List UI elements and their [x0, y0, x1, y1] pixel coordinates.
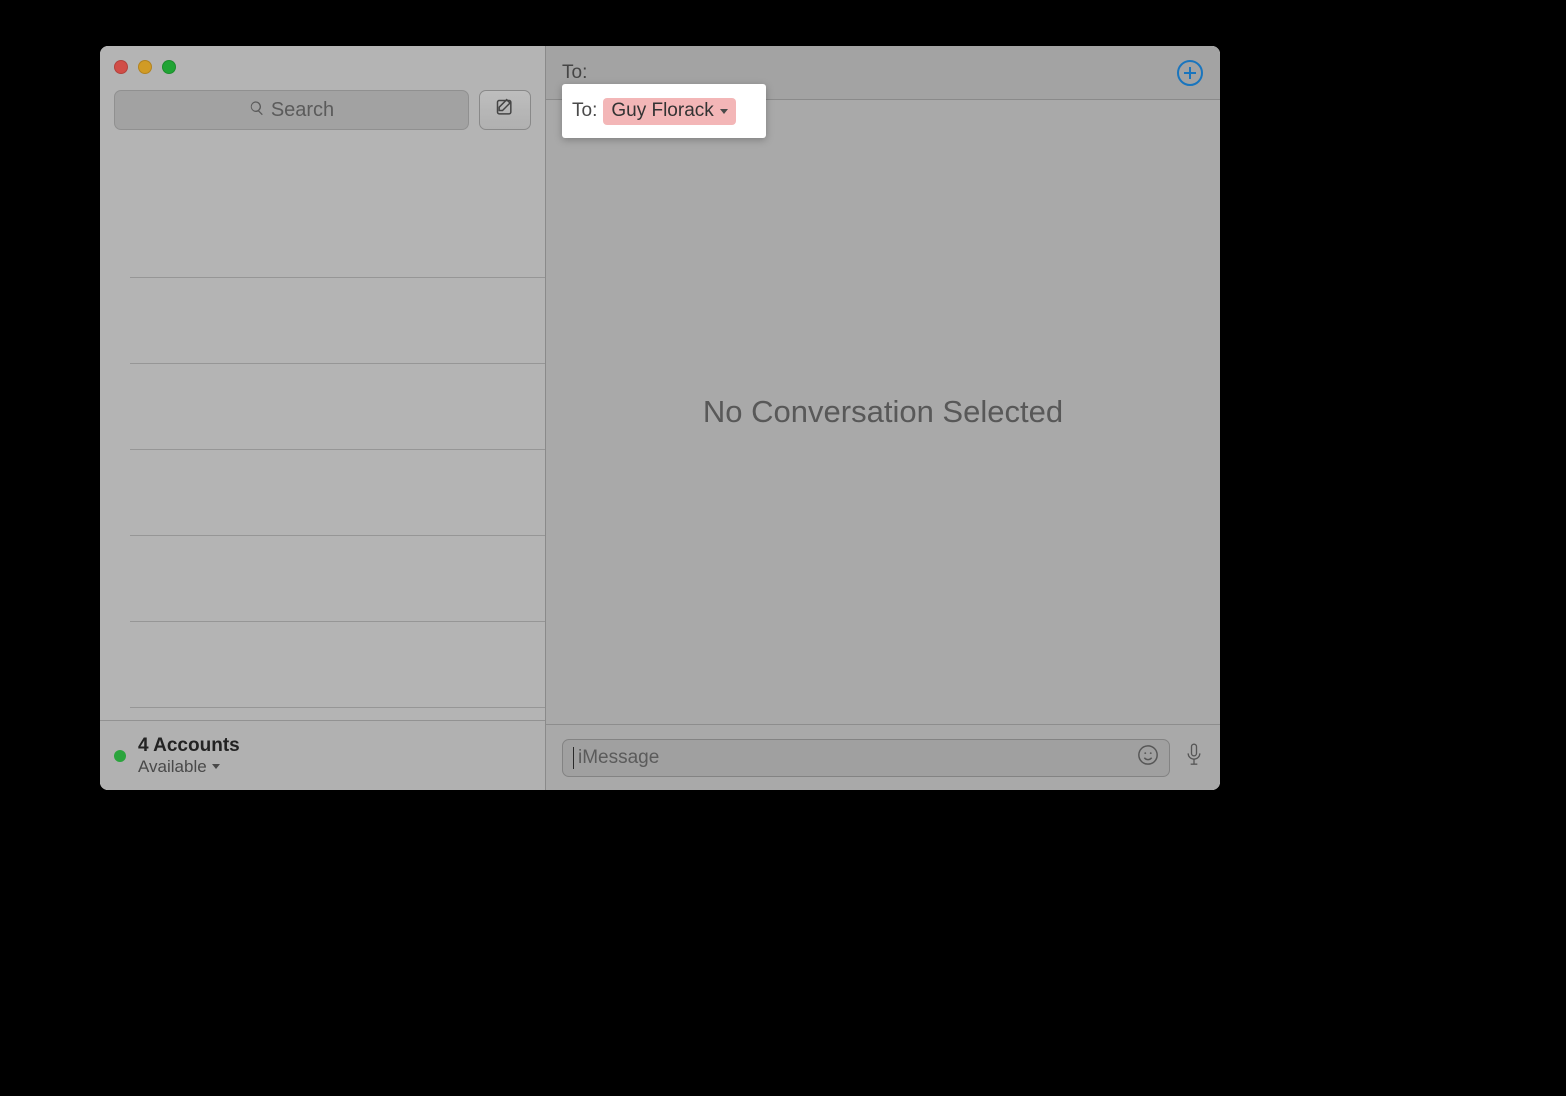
empty-state-text: No Conversation Selected	[703, 394, 1063, 430]
compose-button[interactable]	[479, 90, 531, 130]
chevron-down-icon	[720, 109, 728, 114]
sidebar: Search 4 Accounts	[100, 46, 546, 790]
list-item[interactable]	[130, 536, 545, 622]
recipient-chip[interactable]: Guy Florack	[603, 98, 735, 125]
search-icon	[249, 99, 265, 122]
plus-circle-icon	[1176, 74, 1204, 91]
smiley-icon	[1137, 750, 1159, 771]
accounts-title: 4 Accounts	[138, 735, 240, 757]
list-item[interactable]	[130, 364, 545, 450]
close-window-button[interactable]	[114, 60, 128, 74]
message-input[interactable]: iMessage	[562, 739, 1170, 777]
conversation-list	[100, 144, 545, 720]
list-item[interactable]	[130, 450, 545, 536]
availability-label: Available	[138, 757, 207, 777]
to-field-highlight: To: Guy Florack	[562, 84, 766, 138]
dictation-button[interactable]	[1184, 742, 1204, 773]
search-placeholder: Search	[271, 99, 334, 122]
emoji-picker-button[interactable]	[1137, 744, 1159, 772]
sidebar-footer: 4 Accounts Available	[100, 720, 545, 790]
list-item[interactable]	[130, 144, 545, 278]
recipient-name: Guy Florack	[611, 100, 713, 122]
add-recipient-button[interactable]	[1176, 59, 1204, 87]
to-field[interactable]: To:	[562, 62, 587, 84]
main-pane: To: No Conversation Selected iMessage	[546, 46, 1220, 790]
compose-icon	[495, 98, 515, 123]
search-input[interactable]: Search	[114, 90, 469, 130]
availability-dropdown[interactable]: Available	[138, 757, 240, 777]
message-placeholder: iMessage	[578, 747, 659, 769]
status-indicator-icon	[114, 750, 126, 762]
messages-window: Search 4 Accounts	[100, 46, 1220, 790]
to-label: To:	[562, 62, 587, 84]
list-item[interactable]	[130, 278, 545, 364]
zoom-window-button[interactable]	[162, 60, 176, 74]
microphone-icon	[1184, 755, 1204, 772]
chevron-down-icon	[212, 764, 220, 769]
sidebar-toolbar: Search	[114, 90, 531, 130]
minimize-window-button[interactable]	[138, 60, 152, 74]
list-item[interactable]	[130, 622, 545, 708]
conversation-body: No Conversation Selected	[546, 100, 1220, 724]
accounts-status[interactable]: 4 Accounts Available	[138, 735, 240, 777]
to-label-highlight: To:	[572, 100, 597, 122]
compose-bar: iMessage	[546, 724, 1220, 790]
window-traffic-lights	[114, 60, 176, 74]
text-cursor	[573, 747, 574, 769]
